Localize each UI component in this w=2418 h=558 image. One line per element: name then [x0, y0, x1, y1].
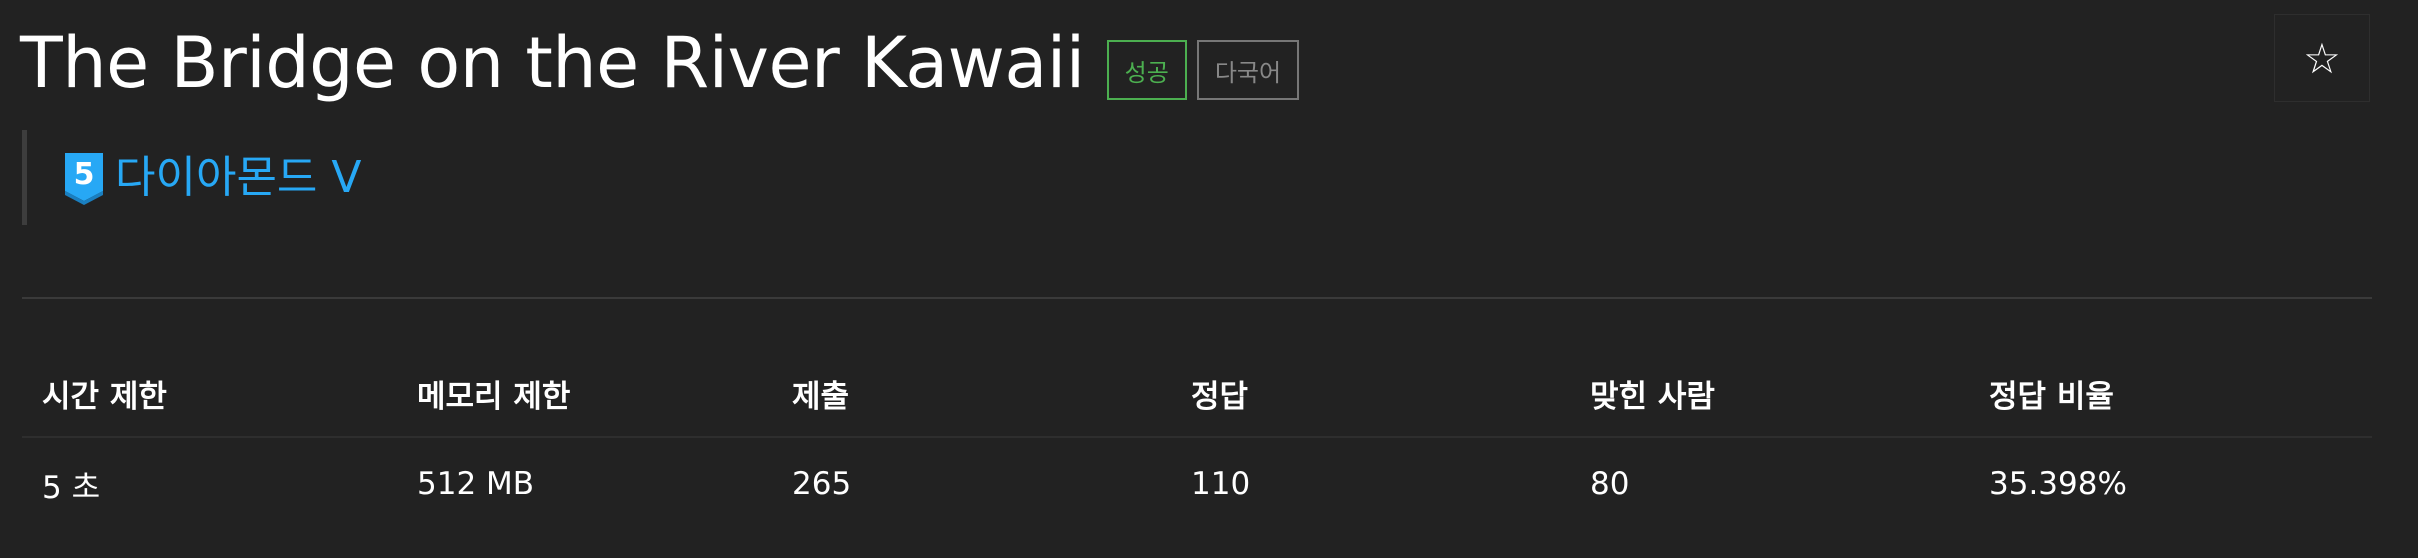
value-time-limit: 5 초 — [42, 469, 101, 506]
problem-title: The Bridge on the River Kawaii — [20, 22, 1085, 104]
problem-page: The Bridge on the River Kawaii 성공 다국어 ☆ … — [0, 0, 2418, 558]
header-time-limit: 시간 제한 — [22, 350, 397, 438]
header-accept-ratio: 정답 비율 — [1969, 350, 2372, 438]
multilang-badge[interactable]: 다국어 — [1196, 40, 1300, 100]
header-solved-users: 맞힌 사람 — [1570, 350, 1969, 438]
star-icon: ☆ — [2303, 33, 2341, 83]
header-submissions: 제출 — [772, 350, 1171, 438]
problem-info-table: 시간 제한 메모리 제한 제출 정답 맞힌 사람 정답 비율 5 초 512 M… — [22, 350, 2372, 530]
title-row: The Bridge on the River Kawaii 성공 다국어 — [20, 18, 1300, 108]
value-submissions: 265 — [792, 466, 852, 502]
tier-block: 5 다이아몬드 V — [22, 130, 362, 225]
value-accept-ratio: 35.398% — [1989, 466, 2127, 502]
favorite-star-button[interactable]: ☆ — [2274, 14, 2370, 102]
table-row: 5 초 512 MB 265 110 80 35.398% — [22, 437, 2372, 530]
value-memory-limit: 512 MB — [417, 466, 535, 502]
success-badge[interactable]: 성공 — [1106, 40, 1187, 100]
tier-level-number: 5 — [74, 157, 95, 192]
tier-label[interactable]: 다이아몬드 V — [115, 151, 362, 205]
header-accepted: 정답 — [1171, 350, 1570, 438]
diamond-tier-badge-icon: 5 — [65, 152, 103, 205]
table-header-row: 시간 제한 메모리 제한 제출 정답 맞힌 사람 정답 비율 — [22, 350, 2372, 438]
header-memory-limit: 메모리 제한 — [397, 350, 772, 438]
divider — [22, 297, 2372, 299]
value-solved-users: 80 — [1590, 466, 1630, 502]
value-accepted: 110 — [1191, 466, 1251, 502]
